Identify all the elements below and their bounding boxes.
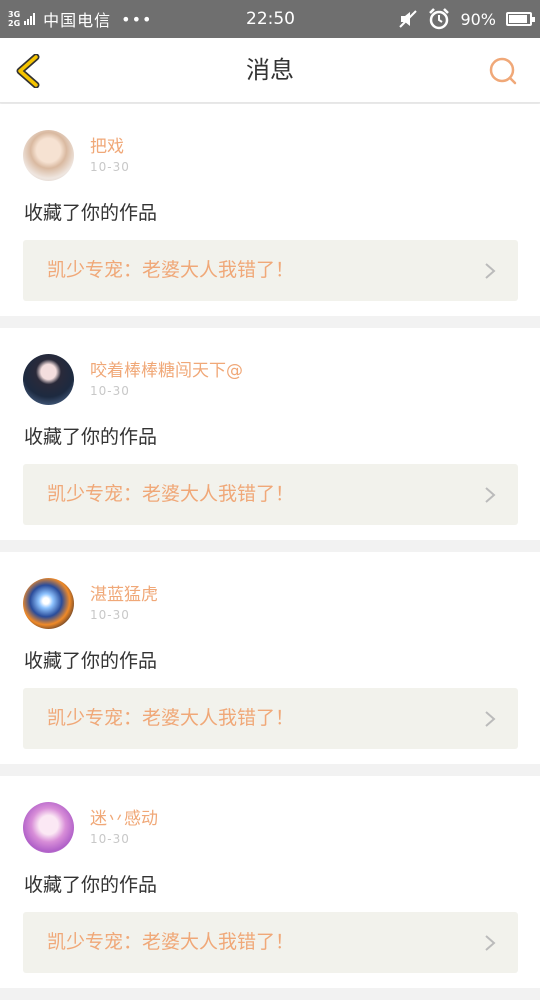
- work-title: 凯少专宠：老婆大人我错了！: [47, 483, 295, 505]
- avatar[interactable]: [23, 130, 74, 181]
- more-notifications-icon: •••: [121, 9, 153, 29]
- chevron-right-icon: [485, 711, 496, 727]
- network-type-top: 3G: [8, 10, 21, 19]
- username[interactable]: 咬着棒棒糖闯天下@: [90, 356, 243, 381]
- chevron-right-icon: [485, 935, 496, 951]
- message-card: 湛蓝猛虎 10-30 收藏了你的作品 凯少专宠：老婆大人我错了！: [0, 552, 540, 764]
- username[interactable]: 把戏: [90, 132, 124, 157]
- status-right: 90%: [398, 0, 535, 38]
- network-type-bottom: 2G: [8, 19, 21, 28]
- battery-fill: [509, 15, 527, 23]
- battery-icon: [506, 12, 535, 26]
- message-card: 咬着棒棒糖闯天下@ 10-30 收藏了你的作品 凯少专宠：老婆大人我错了！: [0, 328, 540, 540]
- carrier-name: 中国电信: [43, 11, 112, 30]
- chevron-right-icon: [485, 263, 496, 279]
- status-left: 3G 2G 中国电信 •••: [8, 0, 152, 38]
- alarm-icon: [429, 8, 450, 30]
- chevron-right-icon: [485, 487, 496, 503]
- username[interactable]: 湛蓝猛虎: [90, 580, 158, 605]
- work-title: 凯少专宠：老婆大人我错了！: [47, 931, 295, 953]
- battery-percent: 90%: [460, 9, 496, 29]
- nav-header: 消息: [0, 38, 540, 103]
- message-action: 收藏了你的作品: [24, 202, 158, 224]
- work-link[interactable]: 凯少专宠：老婆大人我错了！: [23, 464, 518, 525]
- work-title: 凯少专宠：老婆大人我错了！: [47, 259, 295, 281]
- avatar[interactable]: [23, 802, 74, 853]
- work-link[interactable]: 凯少专宠：老婆大人我错了！: [23, 912, 518, 973]
- avatar[interactable]: [23, 354, 74, 405]
- signal-icon: [24, 13, 36, 25]
- message-time: 10-30: [90, 160, 130, 174]
- work-title: 凯少专宠：老婆大人我错了！: [47, 707, 295, 729]
- message-time: 10-30: [90, 832, 130, 846]
- work-link[interactable]: 凯少专宠：老婆大人我错了！: [23, 240, 518, 301]
- message-action: 收藏了你的作品: [24, 650, 158, 672]
- avatar[interactable]: [23, 578, 74, 629]
- network-type: 3G 2G: [8, 10, 20, 28]
- message-card: 迷丷感动 10-30 收藏了你的作品 凯少专宠：老婆大人我错了！: [0, 776, 540, 988]
- message-action: 收藏了你的作品: [24, 874, 158, 896]
- message-action: 收藏了你的作品: [24, 426, 158, 448]
- clock: 22:50: [246, 9, 295, 29]
- search-icon[interactable]: [488, 56, 518, 86]
- message-list: 把戏 10-30 收藏了你的作品 凯少专宠：老婆大人我错了！ 咬着棒棒糖闯天下@…: [0, 104, 540, 1000]
- mute-icon: [399, 10, 418, 28]
- work-link[interactable]: 凯少专宠：老婆大人我错了！: [23, 688, 518, 749]
- message-time: 10-30: [90, 608, 130, 622]
- status-bar: 3G 2G 中国电信 ••• 22:50 90%: [0, 0, 540, 38]
- message-time: 10-30: [90, 384, 130, 398]
- page-title: 消息: [246, 56, 294, 84]
- message-card: 把戏 10-30 收藏了你的作品 凯少专宠：老婆大人我错了！: [0, 104, 540, 316]
- username[interactable]: 迷丷感动: [90, 804, 158, 829]
